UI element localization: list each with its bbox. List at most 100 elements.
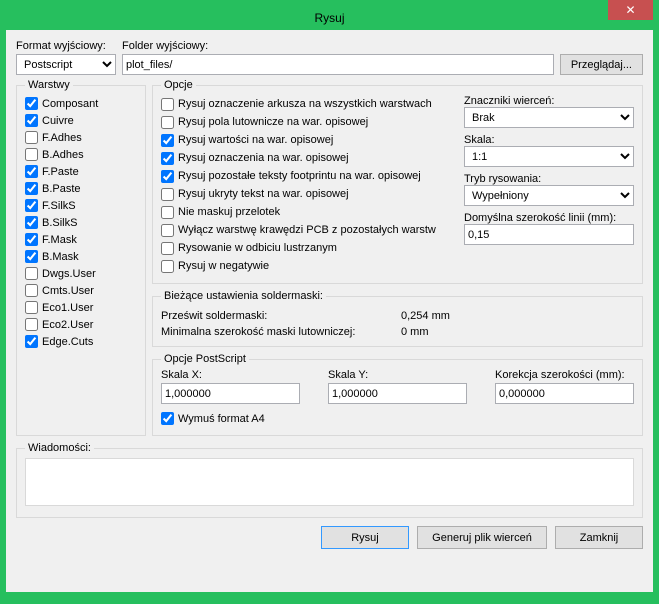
layer-item[interactable]: B.Adhes [25,146,137,163]
layer-label: Composant [42,98,98,110]
drillmarks-label: Znaczniki wierceń: [464,95,634,107]
layer-checkbox[interactable] [25,301,38,314]
layer-item[interactable]: F.Adhes [25,129,137,146]
layer-item[interactable]: Eco1.User [25,299,137,316]
scalex-label: Skala X: [161,369,300,381]
layer-checkbox[interactable] [25,148,38,161]
close-button[interactable]: ✕ [608,0,653,20]
layer-checkbox[interactable] [25,199,38,212]
option-item[interactable]: Rysowanie w odbiciu lustrzanym [161,239,456,257]
close-dialog-button[interactable]: Zamknij [555,526,643,549]
layer-checkbox[interactable] [25,182,38,195]
option-item[interactable]: Wyłącz warstwę krawędzi PCB z pozostałyc… [161,221,456,239]
option-item[interactable]: Rysuj pozostałe teksty footprintu na war… [161,167,456,185]
linewidth-input[interactable] [464,224,634,245]
layer-label: Dwgs.User [42,268,96,280]
forcea4-checkbox[interactable] [161,412,174,425]
option-checkbox[interactable] [161,188,174,201]
layer-checkbox[interactable] [25,233,38,246]
layer-checkbox[interactable] [25,335,38,348]
layer-item[interactable]: B.SilkS [25,214,137,231]
soldermask-legend: Bieżące ustawienia soldermaski: [161,290,326,302]
option-checkbox[interactable] [161,242,174,255]
window-title: Rysuj [314,11,344,25]
layer-item[interactable]: Composant [25,95,137,112]
layer-label: F.SilkS [42,200,76,212]
option-checkbox[interactable] [161,152,174,165]
option-label: Rysuj wartości na war. opisowej [178,134,333,146]
option-item[interactable]: Rysuj wartości na war. opisowej [161,131,456,149]
option-checkbox[interactable] [161,134,174,147]
layer-checkbox[interactable] [25,284,38,297]
minwidth-label: Minimalna szerokość maski lutowniczej: [161,326,401,338]
format-select[interactable]: Postscript [16,54,116,75]
layer-checkbox[interactable] [25,97,38,110]
messages-textarea[interactable] [25,458,634,506]
scale-label: Skala: [464,134,634,146]
folder-input[interactable] [122,54,554,75]
layer-checkbox[interactable] [25,131,38,144]
layer-item[interactable]: Cmts.User [25,282,137,299]
browse-button[interactable]: Przeglądaj... [560,54,643,75]
layer-checkbox[interactable] [25,267,38,280]
layer-item[interactable]: Cuivre [25,112,137,129]
option-item[interactable]: Rysuj ukryty tekst na war. opisowej [161,185,456,203]
scaley-input[interactable] [328,383,467,404]
options-legend: Opcje [161,79,196,91]
layer-item[interactable]: B.Paste [25,180,137,197]
layer-label: F.Adhes [42,132,82,144]
option-checkbox[interactable] [161,116,174,129]
layer-checkbox[interactable] [25,216,38,229]
option-item[interactable]: Nie maskuj przelotek [161,203,456,221]
close-icon: ✕ [625,3,635,17]
messages-group: Wiadomości: [16,442,643,518]
minwidth-value: 0 mm [401,326,429,338]
option-label: Wyłącz warstwę krawędzi PCB z pozostałyc… [178,224,436,236]
option-checkbox[interactable] [161,224,174,237]
layer-label: Cuivre [42,115,74,127]
widthcorr-label: Korekcja szerokości (mm): [495,369,634,381]
layer-item[interactable]: F.Paste [25,163,137,180]
folder-label: Folder wyjściowy: [122,40,554,52]
titlebar: Rysuj ✕ [6,6,653,30]
layer-item[interactable]: Edge.Cuts [25,333,137,350]
layer-checkbox[interactable] [25,250,38,263]
layer-item[interactable]: Eco2.User [25,316,137,333]
option-item[interactable]: Rysuj pola lutownicze na war. opisowej [161,113,456,131]
layer-label: F.Paste [42,166,79,178]
generate-drill-button[interactable]: Generuj plik wierceń [417,526,547,549]
option-label: Rysuj w negatywie [178,260,269,272]
option-checkbox[interactable] [161,206,174,219]
layer-label: B.Mask [42,251,79,263]
scaley-label: Skala Y: [328,369,467,381]
widthcorr-input[interactable] [495,383,634,404]
format-label: Format wyjściowy: [16,40,116,52]
option-checkbox[interactable] [161,260,174,273]
option-checkbox[interactable] [161,170,174,183]
option-item[interactable]: Rysuj w negatywie [161,257,456,275]
plot-button[interactable]: Rysuj [321,526,409,549]
option-item[interactable]: Rysuj oznaczenie arkusza na wszystkich w… [161,95,456,113]
layer-checkbox[interactable] [25,318,38,331]
layer-item[interactable]: F.SilkS [25,197,137,214]
layer-item[interactable]: F.Mask [25,231,137,248]
drillmarks-select[interactable]: Brak [464,107,634,128]
plotmode-select[interactable]: Wypełniony [464,185,634,206]
layer-label: B.SilkS [42,217,77,229]
options-group: Opcje Rysuj oznaczenie arkusza na wszyst… [152,79,643,284]
soldermask-group: Bieżące ustawienia soldermaski: Prześwit… [152,290,643,347]
option-checkbox[interactable] [161,98,174,111]
layer-checkbox[interactable] [25,114,38,127]
scale-select[interactable]: 1:1 [464,146,634,167]
layer-checkbox[interactable] [25,165,38,178]
option-label: Nie maskuj przelotek [178,206,280,218]
clearance-label: Prześwit soldermaski: [161,310,401,322]
layer-item[interactable]: Dwgs.User [25,265,137,282]
option-item[interactable]: Rysuj oznaczenia na war. opisowej [161,149,456,167]
layer-item[interactable]: B.Mask [25,248,137,265]
plotmode-label: Tryb rysowania: [464,173,634,185]
layers-group: Warstwy ComposantCuivreF.AdhesB.AdhesF.P… [16,79,146,436]
option-label: Rysuj pola lutownicze na war. opisowej [178,116,368,128]
scalex-input[interactable] [161,383,300,404]
window-body: Format wyjściowy: Postscript Folder wyjś… [6,30,653,592]
